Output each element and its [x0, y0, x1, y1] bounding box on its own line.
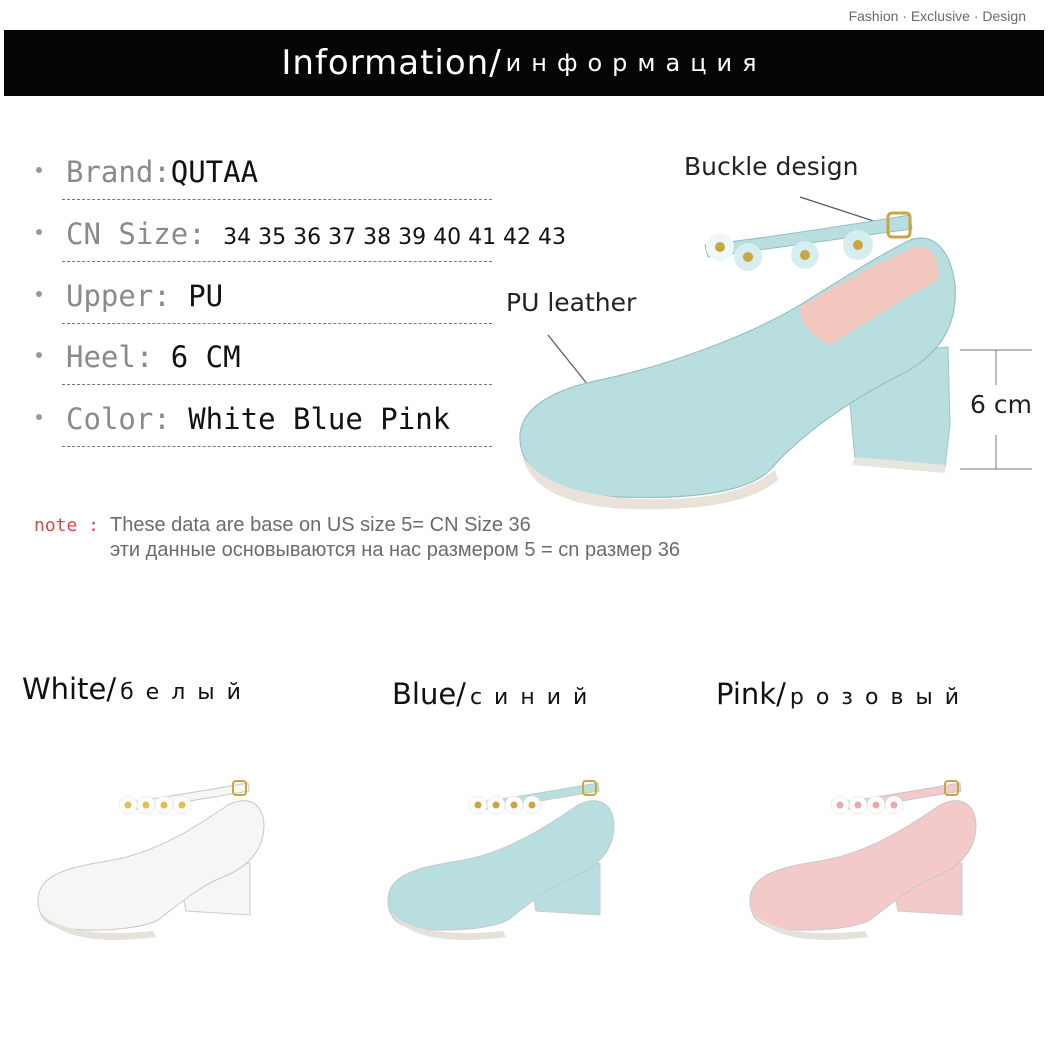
- flower-icon: [848, 795, 868, 815]
- flower-icon: [468, 795, 488, 815]
- flower-icon: [172, 795, 192, 815]
- header-banner: Information/ информация: [4, 30, 1044, 96]
- divider: [62, 446, 492, 447]
- flower-icon: [884, 795, 904, 815]
- color-name-ru: синий: [469, 685, 600, 710]
- spec-label: Upper:: [66, 279, 189, 313]
- flower-icon: [734, 243, 762, 271]
- bullet-icon: [36, 291, 42, 297]
- divider: [62, 261, 492, 262]
- spec-size: CN Size: 34 35 36 37 38 39 40 41 42 43: [36, 217, 566, 262]
- spec-label: Heel:: [66, 340, 171, 374]
- flower-icon: [830, 795, 850, 815]
- spec-value: 6 CM: [170, 340, 241, 374]
- divider: [62, 384, 492, 385]
- size-note: note : These data are base on US size 5=…: [34, 514, 680, 561]
- note-label: note :: [34, 515, 100, 536]
- flower-icon: [504, 795, 524, 815]
- color-name: Pink/: [716, 677, 786, 711]
- color-name-ru: белый: [120, 680, 253, 705]
- main-shoe-image: [519, 196, 1032, 510]
- spec-label: Brand:: [66, 155, 171, 189]
- blue-shoe-image: [387, 780, 615, 940]
- header-subtitle: информация: [505, 49, 767, 77]
- brand-tagline: Fashion · Exclusive · Design: [848, 8, 1026, 24]
- spec-value: PU: [188, 279, 224, 313]
- flower-icon: [486, 795, 506, 815]
- spec-brand: Brand:QUTAA: [36, 155, 496, 200]
- spec-value: White Blue Pink: [170, 402, 451, 436]
- flower-icon: [866, 795, 886, 815]
- flower-icon: [136, 795, 156, 815]
- spec-color: Color: White Blue Pink: [36, 402, 496, 447]
- spec-heel: Heel: 6 CM: [36, 340, 496, 385]
- color-name: Blue/: [392, 677, 466, 711]
- bullet-icon: [36, 352, 42, 358]
- pink-shoe-image: [749, 780, 977, 940]
- flower-icon: [118, 795, 138, 815]
- color-title-pink: Pink/розовый: [716, 677, 971, 711]
- bullet-icon: [36, 167, 42, 173]
- spec-upper: Upper: PU: [36, 279, 496, 324]
- divider: [62, 199, 492, 200]
- flower-icon: [843, 230, 873, 260]
- color-title-white: White/белый: [22, 672, 253, 706]
- flower-icon: [154, 795, 174, 815]
- color-name: White/: [22, 672, 117, 706]
- color-title-blue: Blue/синий: [392, 677, 599, 711]
- bullet-icon: [36, 414, 42, 420]
- white-shoe-image: [37, 780, 265, 940]
- buckle-annotation: Buckle design: [684, 152, 859, 181]
- flower-icon: [791, 241, 819, 269]
- note-line-en: These data are base on US size 5= CN Siz…: [110, 514, 531, 536]
- spec-value: QUTAA: [170, 155, 259, 189]
- spec-label: Color:: [66, 402, 171, 436]
- spec-label: CN Size:: [66, 217, 206, 251]
- flower-icon: [522, 795, 542, 815]
- flower-icon: [706, 233, 734, 261]
- bullet-icon: [36, 229, 42, 235]
- header-title: Information/: [281, 43, 502, 83]
- color-name-ru: розовый: [789, 685, 972, 710]
- divider: [62, 323, 492, 324]
- note-line-ru: эти данные основываются на нас размером …: [110, 539, 680, 561]
